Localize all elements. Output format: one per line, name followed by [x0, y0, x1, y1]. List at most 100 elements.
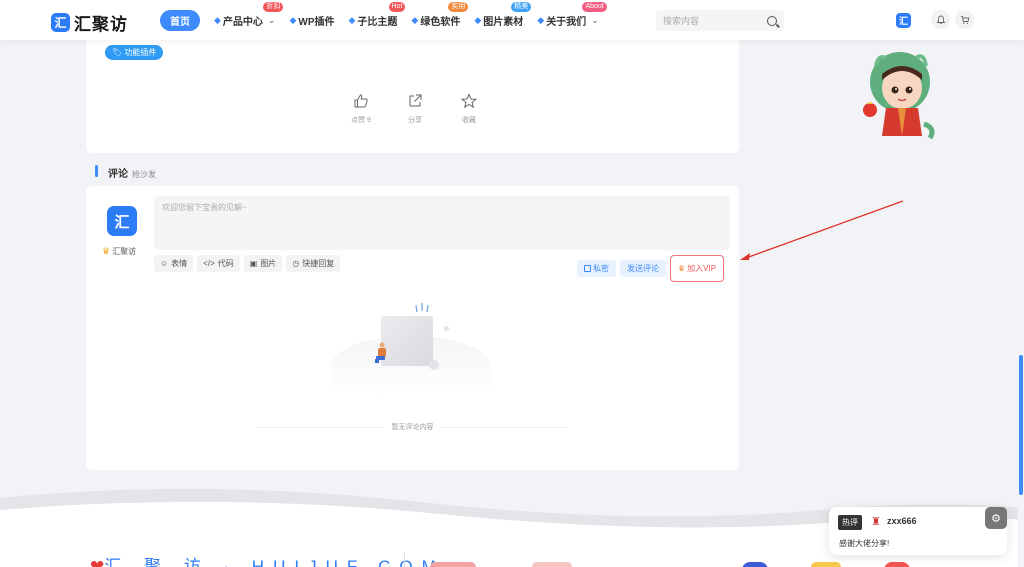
emoji-button[interactable]: ☺ 表情 [154, 255, 194, 272]
nav-icon: ◆ [214, 15, 221, 25]
nav-label: 子比主题 [357, 17, 398, 28]
like-button[interactable]: 点赞 9 [348, 93, 374, 125]
hot-badge: 热评 [838, 515, 862, 530]
nav-item[interactable]: ◆ 子比主题 Hot [348, 2, 406, 31]
cart-icon[interactable] [955, 10, 974, 29]
private-label: 私密 [593, 264, 609, 273]
checkbox-icon [584, 265, 591, 272]
private-checkbox[interactable]: 私密 [577, 260, 616, 277]
chevron-down-icon: ⌄ [267, 15, 276, 25]
illustration-dot [444, 326, 449, 331]
nav-item[interactable]: ◆ 关于我们 About ⌄ [537, 2, 607, 31]
user-avatar-icon: ♜ [871, 516, 881, 528]
user-name: 汇聚访 [112, 247, 137, 256]
comment-title: 评论 [108, 169, 128, 180]
tool-label: 表情 [171, 259, 188, 268]
hot-text: 感谢大佬分享! [839, 539, 890, 548]
hot-comment-popup[interactable]: 热评 ♜ zxx666 感谢大佬分享! [829, 507, 1007, 555]
nav-item[interactable]: 首页 [160, 10, 200, 31]
comment-heading: 评论 抢沙发 [95, 165, 156, 180]
send-comment-button[interactable]: 发送评论 [620, 260, 666, 277]
join-vip-button[interactable]: ♛ 加入VIP [670, 255, 725, 282]
nav-badge: 折扣 [263, 2, 284, 12]
tag-plugin[interactable]: 🏷 功能插件 [105, 45, 164, 60]
logo-text: 汇聚访 [74, 15, 128, 34]
tool-label: 快捷回复 [302, 259, 335, 268]
nav-item[interactable]: ◆ 图片素材 精美 [474, 2, 532, 31]
crown-icon: ♛ [678, 264, 686, 273]
quick-reply-button[interactable]: ◷ 快捷回复 [286, 255, 341, 272]
footer-chip [742, 562, 768, 567]
scrollbar-thumb[interactable] [1019, 355, 1023, 495]
nav-label: 关于我们 [546, 17, 587, 28]
nav-badge: Hot [388, 2, 406, 12]
nav-label: 图片素材 [483, 17, 524, 28]
footer-chip [884, 562, 910, 567]
nav-label: 产品中心 [222, 17, 263, 28]
nav-label: 绿色软件 [420, 17, 461, 28]
search-box[interactable]: 搜索内容 [656, 10, 784, 31]
footer-brand: ❤汇 聚 访 · HUIJUF.COM [90, 552, 445, 567]
favorite-label: 收藏 [462, 117, 476, 124]
nav-icon: ◆ [474, 15, 482, 25]
main-nav: 首页 ◆ 产品中心 折扣 ⌄ ◆ WP插件 ◆ 子比主题 Hot ◆ 绿色软件 实用 ◆ 图片素材 精美 ◆ 关于… [160, 2, 613, 31]
footer-chip [430, 562, 476, 567]
gear-icon[interactable]: ⚙ [985, 507, 1007, 529]
sparkle-icon [415, 303, 429, 313]
share-label: 分享 [408, 117, 422, 124]
mascot-image [863, 52, 935, 140]
nav-badge: About [582, 2, 607, 12]
crown-icon: ♛ [102, 246, 111, 256]
heading-bar [95, 165, 98, 177]
comment-subtitle: 抢沙发 [132, 170, 156, 179]
tag-label: 功能插件 [124, 48, 157, 57]
chevron-down-icon: ⌄ [591, 15, 599, 25]
illustration-box [381, 316, 433, 366]
submit-buttons: 私密 发送评论 ♛ 加入VIP [577, 255, 725, 282]
smile-icon: ☺ [160, 259, 169, 268]
top-header: 汇 汇聚访 首页 ◆ 产品中心 折扣 ⌄ ◆ WP插件 ◆ 子比主题 Hot ◆ 绿色软件 实用 ◆ 图片素… [0, 0, 1024, 40]
site-logo[interactable]: 汇 汇聚访 [51, 10, 128, 35]
share-icon [409, 94, 422, 107]
nav-item[interactable]: ◆ WP插件 [289, 10, 334, 31]
post-card: 🏷 功能插件 点赞 9 分享 收藏 [86, 35, 739, 153]
comment-user: ♛ 汇聚访 [102, 246, 136, 257]
like-label: 点赞 9 [351, 117, 371, 124]
code-button[interactable]: </> 代码 [197, 255, 240, 272]
bell-icon[interactable] [931, 10, 950, 29]
empty-text: 暂无评论内容 [383, 424, 442, 431]
comment-textarea[interactable]: 欢迎您留下宝贵的见解~ [154, 196, 730, 250]
empty-message: 暂无评论内容 [86, 422, 739, 432]
illustration-ball [429, 360, 439, 370]
vip-label: 加入VIP [687, 264, 717, 273]
footer-divider [404, 553, 405, 567]
hot-user: zxx666 [887, 516, 917, 526]
reply-icon: ◷ [292, 259, 300, 268]
footer-chip [811, 562, 841, 567]
search-icon[interactable] [767, 15, 777, 26]
code-icon: </> [203, 259, 215, 268]
thumbs-up-icon [354, 94, 368, 108]
share-button[interactable]: 分享 [402, 93, 428, 125]
favorite-button[interactable]: 收藏 [456, 93, 482, 125]
nav-icon: ◆ [537, 15, 545, 25]
nav-item[interactable]: ◆ 产品中心 折扣 ⌄ [214, 2, 284, 31]
comment-tools: ☺ 表情 </> 代码 ▣ 图片 ◷ 快捷回复 [154, 255, 341, 272]
footer-chip [532, 562, 572, 567]
logo-icon[interactable]: 汇 [896, 13, 911, 28]
nav-item[interactable]: ◆ 绿色软件 实用 [411, 2, 469, 31]
nav-icon: ◆ [289, 15, 297, 25]
image-button[interactable]: ▣ 图片 [243, 255, 283, 272]
search-input[interactable]: 搜索内容 [663, 14, 767, 27]
avatar[interactable]: 汇 [107, 206, 137, 236]
tool-label: 代码 [217, 259, 234, 268]
footer-brand-text: 汇 聚 访 · HUIJUF.COM [104, 557, 445, 567]
tool-label: 图片 [260, 259, 277, 268]
nav-badge: 实用 [448, 2, 469, 12]
person-icon [375, 342, 386, 363]
nav-icon: ◆ [411, 15, 419, 25]
nav-label: WP插件 [298, 17, 335, 28]
nav-label: 首页 [170, 17, 190, 28]
comment-card: 汇 ♛ 汇聚访 欢迎您留下宝贵的见解~ ☺ 表情 </> 代码 ▣ 图片 ◷ 快捷回复 … [86, 186, 739, 470]
nav-icon: ◆ [348, 15, 356, 25]
